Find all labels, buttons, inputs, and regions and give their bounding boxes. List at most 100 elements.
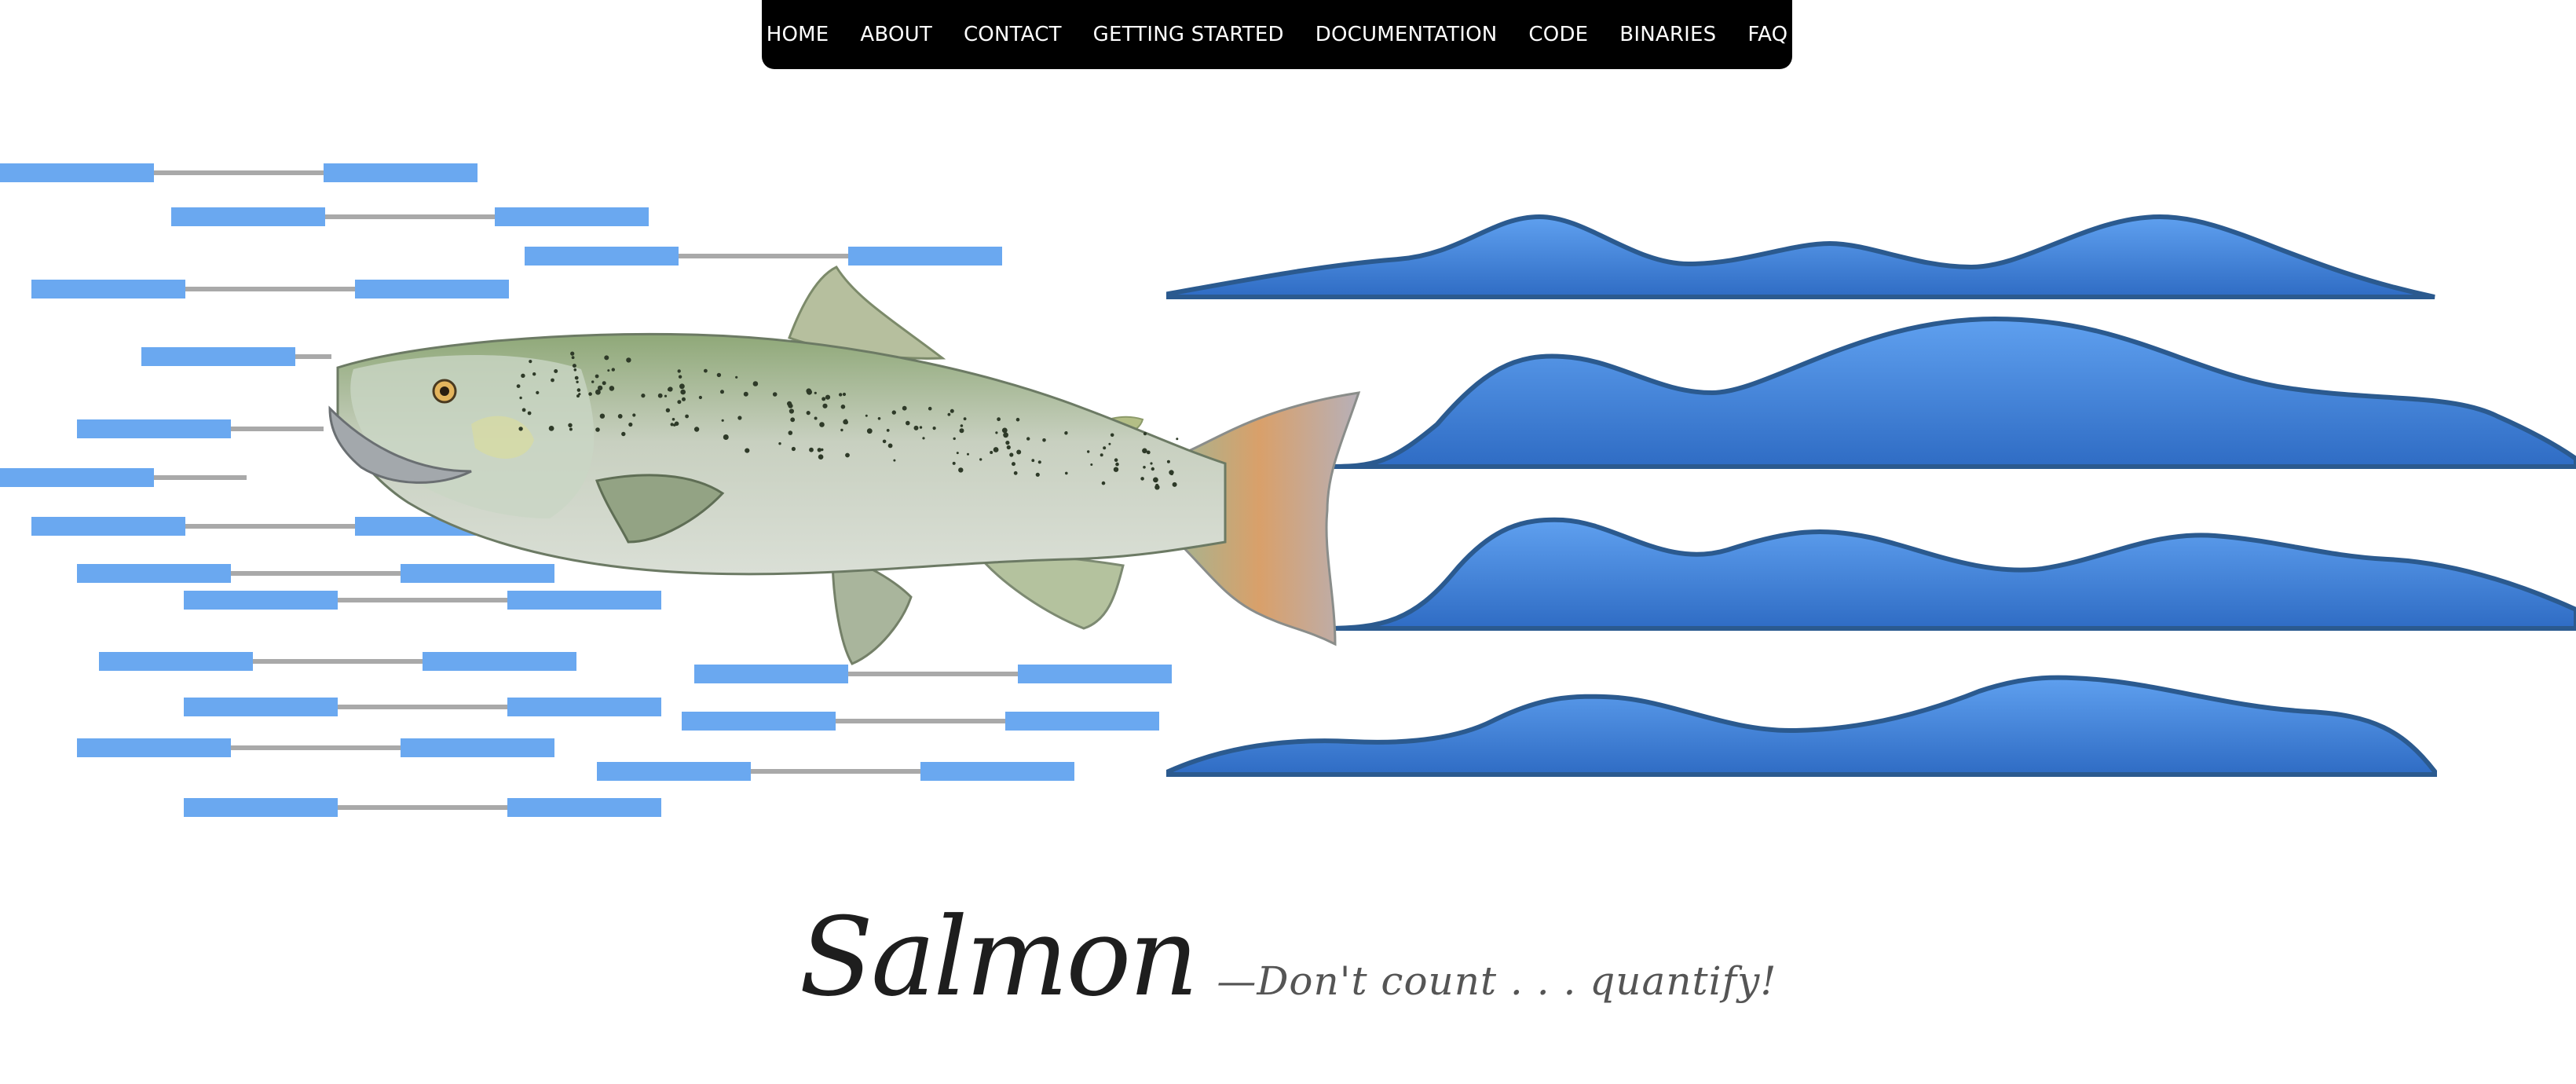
fish-spot	[1012, 462, 1015, 467]
fish-spot	[548, 426, 554, 431]
fish-spot	[814, 416, 818, 420]
fish-spot	[963, 417, 967, 421]
fish-spot	[632, 413, 636, 417]
fish-spot	[893, 459, 896, 462]
read-block	[0, 163, 154, 182]
fish-spot	[693, 427, 700, 432]
fish-spot	[626, 357, 631, 363]
fish-spot	[1114, 458, 1118, 462]
fish-spot	[1006, 445, 1011, 450]
fish-spot	[1140, 477, 1144, 481]
fish-spot	[1103, 446, 1107, 450]
fish-spot	[602, 381, 606, 386]
fish-spot	[674, 421, 679, 427]
fish-spot	[1176, 438, 1179, 441]
fish-spot	[1087, 450, 1090, 453]
fish-spot	[621, 431, 626, 437]
fish-spot	[518, 427, 523, 431]
fish-spot	[958, 467, 964, 473]
fish-spot	[568, 423, 573, 427]
fish-spot	[1015, 417, 1020, 422]
fish-spot	[607, 369, 610, 372]
read-block	[682, 712, 836, 731]
fish-spot	[641, 394, 646, 398]
fish-spot	[1090, 463, 1093, 466]
fish-spot	[995, 431, 998, 434]
fish-spot	[809, 447, 814, 452]
read-block	[171, 207, 325, 226]
fish-spot	[790, 417, 796, 423]
fish-spot	[1101, 481, 1106, 485]
fish-spot	[1003, 432, 1008, 438]
fish-spot	[578, 393, 581, 396]
fish-spot	[866, 428, 873, 434]
read-block	[694, 665, 848, 683]
fish-spot	[947, 412, 951, 416]
fish-spot	[806, 411, 810, 416]
read-connector	[231, 571, 401, 576]
fish-spot	[1100, 453, 1103, 457]
fish-spot	[665, 408, 671, 412]
fish-spot	[679, 383, 685, 390]
fish-spot	[789, 408, 795, 414]
read-block	[184, 698, 338, 716]
fish-spot	[950, 408, 954, 413]
abundance-wave-3	[1323, 517, 2576, 631]
read-block	[184, 591, 338, 610]
read-block	[495, 207, 649, 226]
fish-spot	[1005, 441, 1010, 445]
fish-spot	[532, 372, 536, 376]
fish-spot	[825, 394, 831, 400]
fish-spot	[1026, 437, 1030, 441]
fish-spot	[865, 414, 868, 417]
fish-spot	[573, 368, 577, 372]
fish-spot	[569, 427, 573, 431]
read-connector	[836, 719, 1005, 723]
fish-spot	[913, 425, 919, 430]
fish-spot	[1115, 462, 1119, 467]
fish-spot	[682, 397, 686, 401]
fish-spot	[1166, 460, 1170, 463]
fish-spot	[576, 388, 581, 392]
fish-spot	[1113, 467, 1119, 472]
fish-spot	[611, 368, 615, 372]
fish-spot	[956, 452, 959, 455]
fish-spot	[595, 427, 600, 432]
fish-spot	[1009, 452, 1014, 457]
fish-spot	[609, 386, 615, 391]
fish-spot	[788, 430, 793, 435]
fish-spot	[1172, 482, 1177, 487]
read-block	[920, 762, 1074, 781]
fish-spot	[882, 439, 887, 444]
fish-spot	[928, 406, 932, 411]
read-block	[507, 798, 661, 817]
fish-spot	[960, 424, 964, 427]
read-block	[141, 347, 295, 366]
fish-spot	[778, 442, 781, 445]
fish-spot	[597, 385, 603, 391]
read-block	[507, 591, 661, 610]
fish-spot	[845, 452, 850, 458]
tagline: —Don't count . . . quantify!	[1217, 958, 1777, 1004]
read-block	[77, 738, 231, 757]
fish-spot	[572, 364, 576, 368]
abundance-waves-group	[1166, 214, 2576, 777]
fish-spot	[628, 422, 633, 427]
fish-spot	[772, 392, 778, 397]
fish-spot	[822, 403, 828, 408]
fish-spot	[906, 420, 910, 426]
fish-spot	[723, 434, 729, 440]
read-block	[401, 564, 554, 583]
read-connector	[751, 769, 920, 774]
read-connector	[253, 659, 423, 664]
fish-spot	[516, 384, 521, 388]
read-block	[423, 652, 576, 671]
read-block	[355, 280, 509, 298]
fish-spot	[806, 388, 812, 394]
fish-spot	[1064, 431, 1068, 435]
fish-spot	[891, 410, 897, 415]
read-block	[31, 517, 185, 536]
fish-spot	[839, 393, 843, 397]
read-connector	[231, 745, 401, 750]
fish-spot	[1065, 471, 1068, 475]
